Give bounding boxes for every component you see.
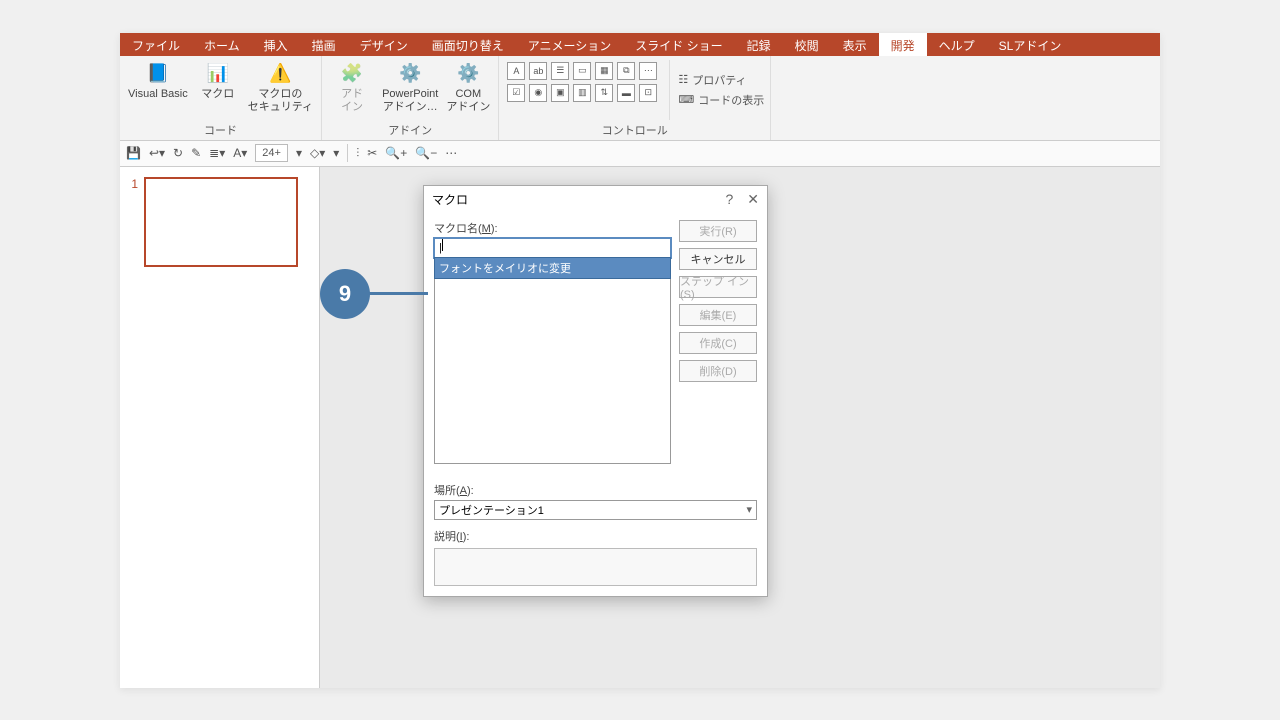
step-in-button[interactable]: ステップ イン(S) [679,276,757,298]
macros-icon: 📊 [204,62,232,86]
vb-icon: 📘 [144,62,172,86]
macro-name-input[interactable]: | [434,238,671,258]
thumbnail-row[interactable]: 1 [126,177,313,267]
view-code-button[interactable]: ⌨コードの表示 [678,92,764,108]
control-spin-icon[interactable]: ⇅ [595,84,613,102]
tab-record[interactable]: 記録 [735,33,783,56]
addin-icon: 🧩 [338,62,366,86]
tab-review[interactable]: 校閲 [783,33,831,56]
zoom-out-icon[interactable]: 🔍− [415,146,437,160]
chevron-down-icon[interactable]: ▾ [296,146,302,160]
slide-number: 1 [126,177,138,267]
ribbon: 📘 Visual Basic 📊 マクロ ⚠️ マクロの セキュリティ コード … [120,56,1160,141]
tab-insert[interactable]: 挿入 [252,33,300,56]
step-badge: 9 [320,269,370,319]
control-scroll-icon[interactable]: ⧉ [617,62,635,80]
tab-transitions[interactable]: 画面切り替え [420,33,516,56]
com-addins-button[interactable]: ⚙️ COM アドイン [444,60,492,120]
dialog-title: マクロ [432,191,468,208]
tab-design[interactable]: デザイン [348,33,420,56]
close-icon[interactable]: ✕ [747,191,759,208]
spell-icon[interactable]: ✎ [191,146,201,160]
quick-access-toolbar: 💾 ↩︎▾ ↻ ✎ ≣▾ A▾ 24+ ▾ ◇▾ ▾ ⫶ ✂ 🔍+ 🔍− ⋯ [120,141,1160,167]
undo-icon[interactable]: ↩︎▾ [149,146,165,160]
control-image-icon[interactable]: ▦ [595,62,613,80]
powerpoint-addins-button[interactable]: ⚙️ PowerPoint アドイン… [380,60,440,120]
redo-icon[interactable]: ↻ [173,146,183,160]
tab-view[interactable]: 表示 [831,33,879,56]
tab-slideshow[interactable]: スライド ショー [623,33,734,56]
font-size-box[interactable]: 24+ [255,144,288,162]
control-check-icon[interactable]: ☑ [507,84,525,102]
save-icon[interactable]: 💾 [126,146,141,160]
code-icon: ⌨ [678,93,694,106]
separator [347,144,348,162]
control-option-icon[interactable]: ◉ [529,84,547,102]
location-label: 場所(A): [434,482,757,498]
shapes-icon[interactable]: ◇▾ [310,146,325,160]
control-frame-icon[interactable]: ▥ [573,84,591,102]
cut-icon[interactable]: ✂ [367,146,377,160]
zoom-in-icon[interactable]: 🔍+ [385,146,407,160]
control-combo-icon[interactable]: ▭ [573,62,591,80]
properties-button[interactable]: ☷プロパティ [678,72,764,88]
control-label-icon[interactable]: ab [529,62,547,80]
slide-thumbnail[interactable] [144,177,298,267]
macro-dialog: マクロ ? ✕ マクロ名(M): | フォントをメイリオに変更 実行(R) キャ… [423,185,768,597]
tab-sladdin[interactable]: SLアドイン [987,33,1074,56]
control-list-icon[interactable]: ☰ [551,62,569,80]
dialog-titlebar: マクロ ? ✕ [424,186,767,214]
visual-basic-button[interactable]: 📘 Visual Basic [126,60,190,120]
controls-grid[interactable]: A ab ☰ ▭ ▦ ⧉ ⋯ ☑ ◉ ▣ ▥ ⇅ ▬ ⊡ [505,60,659,120]
ribbon-tabbar: ファイル ホーム 挿入 描画 デザイン 画面切り替え アニメーション スライド … [120,33,1160,56]
delete-button[interactable]: 削除(D) [679,360,757,382]
properties-icon: ☷ [678,73,688,86]
bullets-icon[interactable]: ≣▾ [209,146,225,160]
annotation-connector [368,292,428,295]
warning-icon: ⚠️ [266,62,294,86]
macros-button[interactable]: 📊 マクロ [194,60,242,120]
gear-icon: ⚙️ [396,62,424,86]
tab-help[interactable]: ヘルプ [927,33,987,56]
overflow-icon[interactable]: ⋯ [445,146,457,160]
addins-button: 🧩 アド イン [328,60,376,120]
description-label: 説明(I): [434,528,757,544]
dropdown-icon[interactable]: ▾ [333,146,339,160]
run-button[interactable]: 実行(R) [679,220,757,242]
tab-home[interactable]: ホーム [192,33,252,56]
macro-list-item[interactable]: フォントをメイリオに変更 [434,257,671,279]
tab-developer[interactable]: 開発 [879,33,927,56]
control-button-icon[interactable]: ▬ [617,84,635,102]
gear-icon: ⚙️ [454,62,482,86]
edit-button[interactable]: 編集(E) [679,304,757,326]
align-icon[interactable]: ⫶ [356,146,359,161]
location-select[interactable]: プレゼンテーション1 [434,500,757,520]
description-box[interactable] [434,548,757,586]
control-more-icon[interactable]: ⋯ [639,62,657,80]
macro-name-label: マクロ名(M): [434,220,671,236]
control-text-icon[interactable]: A [507,62,525,80]
help-button[interactable]: ? [725,191,733,208]
cancel-button[interactable]: キャンセル [679,248,757,270]
tab-animations[interactable]: アニメーション [516,33,624,56]
group-label-addins: アドイン [328,120,492,138]
slide-thumbnails-panel: 1 [120,167,320,688]
font-color-icon[interactable]: A▾ [233,146,247,160]
macro-security-button[interactable]: ⚠️ マクロの セキュリティ [246,60,315,120]
tab-file[interactable]: ファイル [120,33,192,56]
tab-draw[interactable]: 描画 [300,33,348,56]
group-label-code: コード [126,120,315,138]
control-toggle-icon[interactable]: ▣ [551,84,569,102]
macro-list[interactable]: フォントをメイリオに変更 [434,258,671,464]
control-extra-icon[interactable]: ⊡ [639,84,657,102]
group-label-controls: コントロール [505,120,764,138]
create-button[interactable]: 作成(C) [679,332,757,354]
